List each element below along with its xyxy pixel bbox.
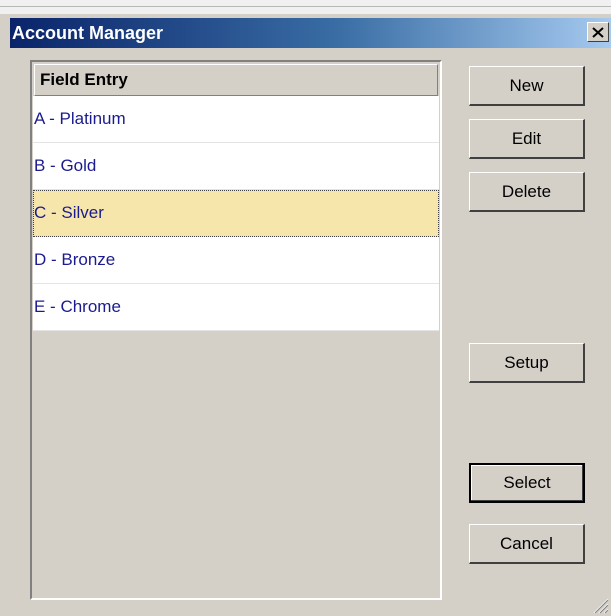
field-entry-list[interactable]: Field Entry A - Platinum B - Gold C - Si… xyxy=(30,60,442,600)
new-button[interactable]: New xyxy=(469,66,585,106)
cancel-button[interactable]: Cancel xyxy=(469,524,585,564)
list-item-gold[interactable]: B - Gold xyxy=(33,143,439,190)
account-manager-window: Account Manager Field Entry A - Platinum… xyxy=(0,14,611,616)
background-divider xyxy=(0,6,611,7)
close-icon xyxy=(592,26,604,38)
setup-button[interactable]: Setup xyxy=(469,343,585,383)
delete-button[interactable]: Delete xyxy=(469,172,585,212)
window-title: Account Manager xyxy=(12,23,164,43)
select-button[interactable]: Select xyxy=(469,463,585,503)
edit-button[interactable]: Edit xyxy=(469,119,585,159)
column-header-field-entry[interactable]: Field Entry xyxy=(34,64,438,96)
list-item-bronze[interactable]: D - Bronze xyxy=(33,237,439,284)
close-button[interactable] xyxy=(587,22,609,42)
list-item-silver[interactable]: C - Silver xyxy=(33,190,439,237)
list-item-platinum[interactable]: A - Platinum xyxy=(33,96,439,143)
background-strip xyxy=(0,0,611,14)
title-bar[interactable]: Account Manager xyxy=(10,18,611,48)
list-rows: A - Platinum B - Gold C - Silver D - Bro… xyxy=(33,96,439,331)
resize-grip-icon[interactable] xyxy=(591,596,609,614)
list-item-chrome[interactable]: E - Chrome xyxy=(33,284,439,331)
